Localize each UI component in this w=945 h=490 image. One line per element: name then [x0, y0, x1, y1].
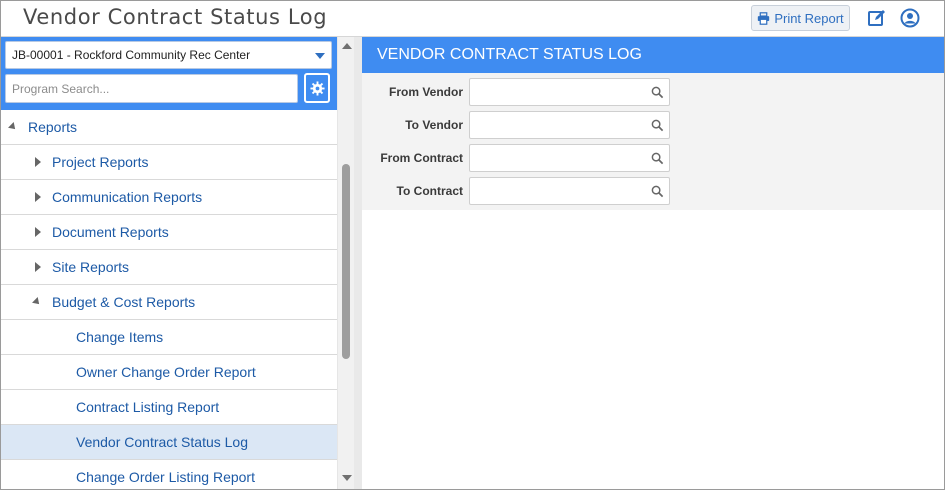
tree-item-vendor-contract-status-log[interactable]: Vendor Contract Status Log: [1, 425, 337, 460]
report-parameters-form: From Vendor To Vendor From Contract To C…: [362, 73, 944, 210]
expanded-icon: [8, 122, 18, 132]
scroll-up-icon[interactable]: [342, 43, 352, 49]
tree-item-label: Vendor Contract Status Log: [76, 434, 248, 450]
tree-root-label: Reports: [28, 119, 78, 135]
user-icon[interactable]: [900, 8, 920, 28]
from-contract-input[interactable]: [470, 145, 645, 171]
scroll-down-icon[interactable]: [342, 475, 352, 481]
to-contract-label: To Contract: [396, 184, 463, 198]
panel-title: VENDOR CONTRACT STATUS LOG: [362, 37, 944, 73]
tree-item-label: Contract Listing Report: [76, 399, 220, 415]
project-select[interactable]: JB-00001 - Rockford Community Rec Center: [5, 41, 332, 69]
search-icon[interactable]: [651, 86, 664, 99]
expanded-icon: [32, 297, 42, 307]
tree-item-owner-change-order-report[interactable]: Owner Change Order Report: [1, 355, 337, 390]
chevron-down-icon: [315, 53, 325, 59]
tree-item-budget-cost-reports[interactable]: Budget & Cost Reports: [1, 285, 337, 320]
panel-divider: [354, 37, 362, 489]
tree-item-label: Project Reports: [52, 154, 149, 170]
main-panel: VENDOR CONTRACT STATUS LOG From Vendor T…: [362, 37, 944, 489]
collapsed-icon: [35, 262, 41, 272]
tree-item-label: Change Order Listing Report: [76, 469, 255, 485]
app-window: Vendor Contract Status Log Print Report …: [0, 0, 945, 490]
tree-item-site-reports[interactable]: Site Reports: [1, 250, 337, 285]
collapsed-icon: [35, 227, 41, 237]
from-contract-label: From Contract: [380, 151, 463, 165]
tree-item-document-reports[interactable]: Document Reports: [1, 215, 337, 250]
print-icon: [758, 11, 770, 25]
tree-item-communication-reports[interactable]: Communication Reports: [1, 180, 337, 215]
search-icon[interactable]: [651, 152, 664, 165]
tree-item-label: Budget & Cost Reports: [52, 294, 196, 310]
search-icon[interactable]: [651, 119, 664, 132]
scroll-thumb[interactable]: [342, 164, 350, 359]
to-contract-field[interactable]: [469, 177, 670, 205]
gear-icon: [309, 80, 325, 96]
tree-item-label: Communication Reports: [52, 189, 203, 205]
tree-item-change-order-listing-report[interactable]: Change Order Listing Report: [1, 460, 337, 489]
from-vendor-field[interactable]: [469, 78, 670, 106]
collapsed-icon: [35, 192, 41, 202]
to-vendor-input[interactable]: [470, 112, 645, 138]
report-tree: Reports Project Reports Communication Re…: [1, 110, 337, 489]
from-vendor-input[interactable]: [470, 79, 645, 105]
tree-item-project-reports[interactable]: Project Reports: [1, 145, 337, 180]
sidebar: JB-00001 - Rockford Community Rec Center: [1, 37, 354, 489]
to-vendor-field[interactable]: [469, 111, 670, 139]
sidebar-scrollbar[interactable]: [337, 37, 354, 489]
search-icon[interactable]: [651, 185, 664, 198]
project-select-value: JB-00001 - Rockford Community Rec Center: [12, 48, 251, 62]
tree-item-contract-listing-report[interactable]: Contract Listing Report: [1, 390, 337, 425]
app-title: Vendor Contract Status Log: [23, 5, 328, 29]
tree-item-label: Change Items: [76, 329, 164, 345]
edit-icon[interactable]: [867, 8, 887, 28]
tree-root-reports[interactable]: Reports: [1, 110, 337, 145]
print-report-label: Print Report: [774, 10, 844, 26]
tree-item-label: Site Reports: [52, 259, 130, 275]
tree-item-label: Owner Change Order Report: [76, 364, 256, 380]
to-vendor-label: To Vendor: [405, 118, 463, 132]
sidebar-header: JB-00001 - Rockford Community Rec Center: [1, 37, 337, 110]
tree-item-label: Document Reports: [52, 224, 169, 240]
collapsed-icon: [35, 157, 41, 167]
program-search-input[interactable]: [5, 74, 298, 103]
to-contract-input[interactable]: [470, 178, 645, 204]
from-vendor-label: From Vendor: [388, 85, 463, 99]
settings-button[interactable]: [304, 73, 330, 103]
title-bar: Vendor Contract Status Log Print Report: [1, 1, 944, 37]
tree-item-change-items[interactable]: Change Items: [1, 320, 337, 355]
from-contract-field[interactable]: [469, 144, 670, 172]
print-report-button[interactable]: Print Report: [751, 5, 850, 31]
